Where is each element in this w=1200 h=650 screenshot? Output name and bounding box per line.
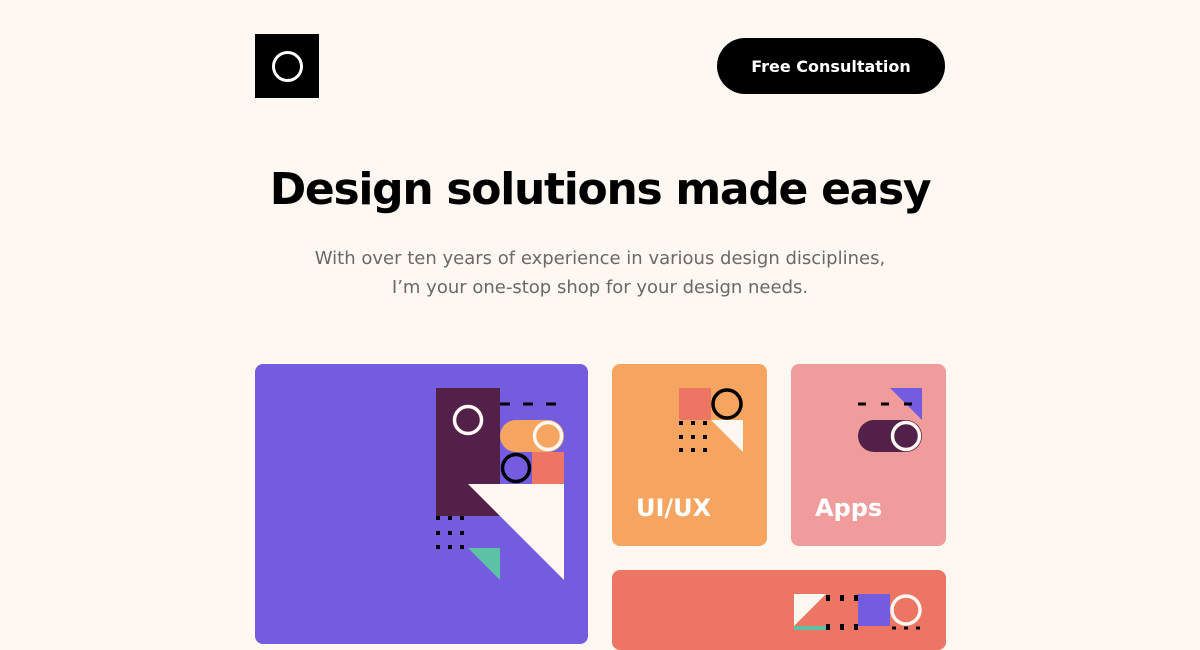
dot-grid-shape — [826, 595, 858, 630]
ring-shape — [500, 452, 532, 484]
cream-triangle-shape — [468, 484, 564, 580]
purple-square-shape — [858, 594, 890, 626]
dot-grid-shape — [436, 516, 464, 549]
service-card-wide[interactable] — [612, 570, 946, 650]
cream-triangle-shape — [794, 594, 826, 626]
free-consultation-button[interactable]: Free Consultation — [717, 38, 945, 94]
teal-strip-shape — [794, 626, 826, 630]
service-card-apps[interactable]: Apps — [791, 364, 946, 546]
cream-triangle-shape — [711, 420, 743, 452]
dot-grid-shape — [679, 421, 707, 452]
geometric-illustration — [794, 594, 922, 630]
ring-shape — [890, 594, 922, 626]
hero-subtitle: With over ten years of experience in var… — [314, 248, 886, 298]
logo[interactable] — [255, 34, 319, 98]
ring-logo-icon — [271, 50, 303, 82]
service-card-uiux[interactable]: UI/UX — [612, 364, 767, 546]
coral-square-shape — [679, 388, 711, 420]
page-title: Design solutions made easy — [269, 164, 932, 215]
teal-triangle-shape — [468, 548, 500, 580]
card-label-uiux: UI/UX — [636, 494, 712, 522]
ring-shape — [711, 388, 743, 420]
coral-square-shape — [532, 452, 564, 484]
geometric-illustration — [436, 388, 565, 580]
card-label-apps: Apps — [815, 494, 883, 522]
service-card-main[interactable] — [255, 364, 588, 644]
